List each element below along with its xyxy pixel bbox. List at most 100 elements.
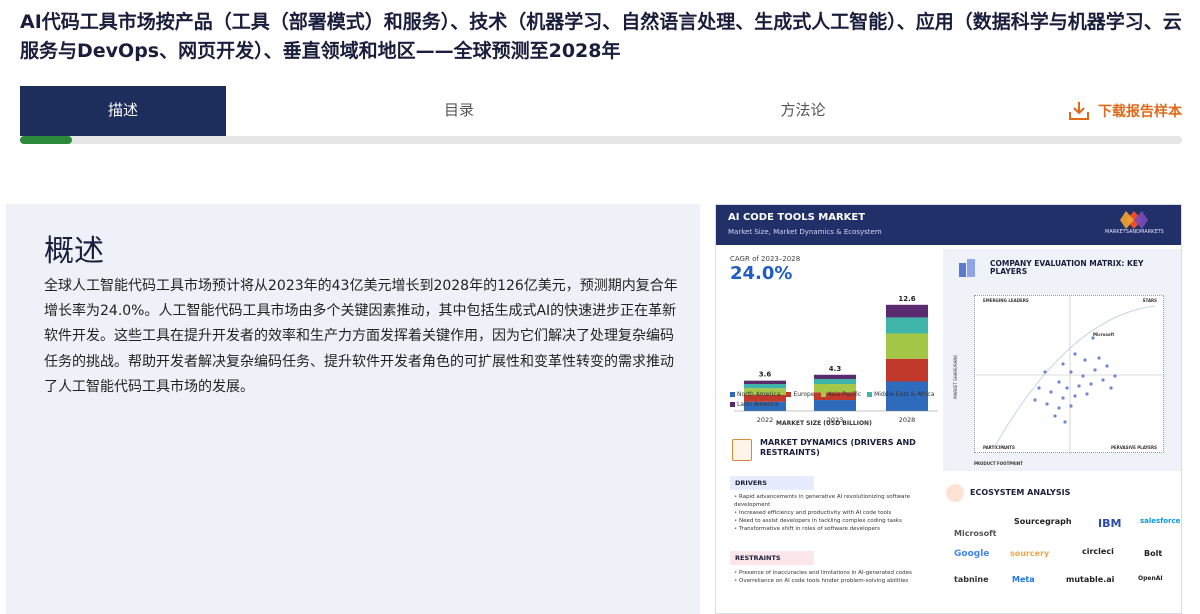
dynamics-title: MARKET DYNAMICS (DRIVERS AND RESTRAINTS) — [760, 438, 916, 457]
page-title: AI代码工具市场按产品（工具（部署模式）和服务）、技术（机器学习、自然语言处理、… — [20, 11, 1182, 62]
matrix-company-dot — [1077, 384, 1081, 388]
matrix-company-dot — [1113, 374, 1117, 378]
download-label: 下载报告样本 — [1098, 104, 1182, 120]
matrix-label-emerging: EMERGING LEADERS — [983, 298, 1029, 303]
legend-item: North America — [730, 391, 780, 398]
legend-label: Latin America — [737, 401, 779, 408]
tab-description[interactable]: 描述 — [20, 86, 226, 136]
matrix-company-dot — [1049, 390, 1053, 394]
overview-section: 概述 全球人工智能代码工具市场预计将从2023年的43亿美元增长到2028年的1… — [6, 204, 700, 614]
download-sample-button[interactable]: 下载报告样本 — [1068, 98, 1182, 124]
matrix-label-pervasive: PERVASIVE PLAYERS — [1110, 445, 1157, 450]
overview-heading: 概述 — [44, 234, 104, 269]
ecosystem-company: Sourcegraph — [1014, 517, 1072, 526]
matrix-company-dot — [1057, 380, 1061, 384]
driver-item: Increased efficiency and productivity wi… — [734, 509, 939, 517]
drivers-tag: DRIVERS — [730, 476, 814, 490]
ecosystem-icon — [946, 484, 964, 502]
matrix-company-dot — [1073, 352, 1077, 356]
legend-swatch — [820, 392, 826, 397]
matrix-company-dot — [1043, 370, 1047, 374]
matrix-title: COMPANY EVALUATION MATRIX: KEY PLAYERS — [990, 259, 1144, 276]
dynamics-icon — [732, 439, 752, 461]
infographic-title: AI CODE TOOLS MARKET — [728, 212, 866, 223]
tab-methodology[interactable]: 方法论 — [700, 86, 906, 136]
company-matrix: EMERGING LEADERS STARS PARTICIPANTS PERV… — [974, 295, 1165, 454]
matrix-label-stars: STARS — [1142, 298, 1157, 303]
matrix-company-dot — [1057, 406, 1061, 410]
legend-item: Europe — [786, 391, 815, 398]
tab-bar: 描述 目录 方法论 下载报告样本 — [20, 86, 1182, 136]
building-icon — [959, 259, 975, 277]
ecosystem-title: ECOSYSTEM ANALYSIS — [970, 488, 1071, 497]
matrix-x-axis-label: PRODUCT FOOTPRINT — [974, 461, 1023, 466]
bar-total-label: 12.6 — [898, 295, 915, 303]
driver-item: Transformative shift in roles of softwar… — [734, 525, 939, 533]
bar-total-label: 4.3 — [829, 365, 842, 373]
legend-item: Latin America — [730, 401, 779, 408]
restraint-item: Overreliance on AI code tools hinder pro… — [734, 577, 939, 585]
bar-segment — [814, 374, 856, 379]
matrix-company-dot — [1097, 356, 1101, 360]
legend-swatch — [867, 392, 873, 397]
ecosystem-company: Meta — [1012, 575, 1035, 584]
matrix-company-dot — [1033, 398, 1037, 402]
chart-legend: North America Europe Asia Pacific Middle Ea… — [730, 391, 945, 411]
restraint-item: Presence of inaccuracies and limitations… — [734, 569, 939, 577]
ecosystem-company: tabnine — [954, 575, 989, 584]
matrix-company-dot — [1069, 404, 1073, 408]
market-infographic[interactable]: AI CODE TOOLS MARKET Market Size, Market… — [715, 204, 1182, 614]
driver-item: Rapid advancements in generative AI revo… — [734, 493, 939, 509]
ecosystem-company: circleci — [1082, 547, 1114, 556]
ecosystem-company: salesforce — [1140, 517, 1181, 525]
matrix-highlight-label: Microsoft — [1093, 332, 1115, 337]
bar-total-label: 3.6 — [759, 371, 772, 379]
restraints-list: Presence of inaccuracies and limitations… — [734, 569, 939, 585]
legend-label: Europe — [793, 391, 815, 398]
restraints-tag: RESTRAINTS — [730, 551, 814, 565]
market-axis-title: MARKET SIZE (USD BILLION) — [776, 420, 872, 427]
matrix-company-dot — [1089, 382, 1093, 386]
bar-segment — [886, 358, 928, 382]
brand-logo: MARKETSANDMARKETS — [1105, 211, 1164, 241]
legend-label: Middle East & Africa — [874, 391, 935, 398]
matrix-company-dot — [1109, 386, 1113, 390]
scroll-progress-fill — [20, 136, 73, 144]
drivers-list: Rapid advancements in generative AI revo… — [734, 493, 939, 533]
ecosystem-logos: Microsoft Sourcegraph IBM salesforce Goo… — [948, 505, 1180, 610]
ecosystem-company: Bolt — [1144, 549, 1163, 558]
bar-segment — [744, 380, 786, 385]
ecosystem-company: IBM — [1098, 517, 1122, 530]
infographic-subtitle: Market Size, Market Dynamics & Ecosystem — [728, 228, 882, 236]
bar-category-label: 2028 — [899, 416, 916, 424]
matrix-company-dot — [1101, 378, 1105, 382]
legend-label: North America — [737, 391, 781, 398]
matrix-company-dot — [1053, 414, 1057, 418]
matrix-company-dot — [1073, 394, 1077, 398]
matrix-company-dot — [1045, 402, 1049, 406]
ecosystem-company: OpenAI — [1138, 575, 1163, 582]
matrix-company-dot — [1105, 364, 1109, 368]
infographic-header: AI CODE TOOLS MARKET Market Size, Market… — [716, 205, 1181, 245]
bar-segment — [814, 378, 856, 385]
driver-item: Need to assist developers in tackling co… — [734, 517, 939, 525]
matrix-company-dot — [1085, 392, 1089, 396]
matrix-company-dot — [1069, 370, 1073, 374]
matrix-company-dot — [1061, 396, 1065, 400]
matrix-company-dot — [1093, 368, 1097, 372]
bar-segment — [886, 317, 928, 334]
ecosystem-company: Microsoft — [954, 529, 997, 538]
matrix-company-dot — [1061, 362, 1065, 366]
legend-label: Asia Pacific — [827, 391, 862, 398]
matrix-plot — [975, 296, 1165, 454]
matrix-company-dot — [1065, 386, 1069, 390]
matrix-company-dot — [1083, 358, 1087, 362]
tab-table-of-contents[interactable]: 目录 — [356, 86, 562, 136]
legend-swatch — [730, 392, 735, 397]
matrix-company-dot — [1081, 374, 1085, 378]
matrix-company-dot — [1063, 420, 1067, 424]
scroll-progress-track — [20, 136, 1182, 144]
logo-icon — [1120, 211, 1148, 229]
ecosystem-company: Google — [954, 549, 990, 559]
ecosystem-company: sourcery — [1010, 549, 1050, 558]
